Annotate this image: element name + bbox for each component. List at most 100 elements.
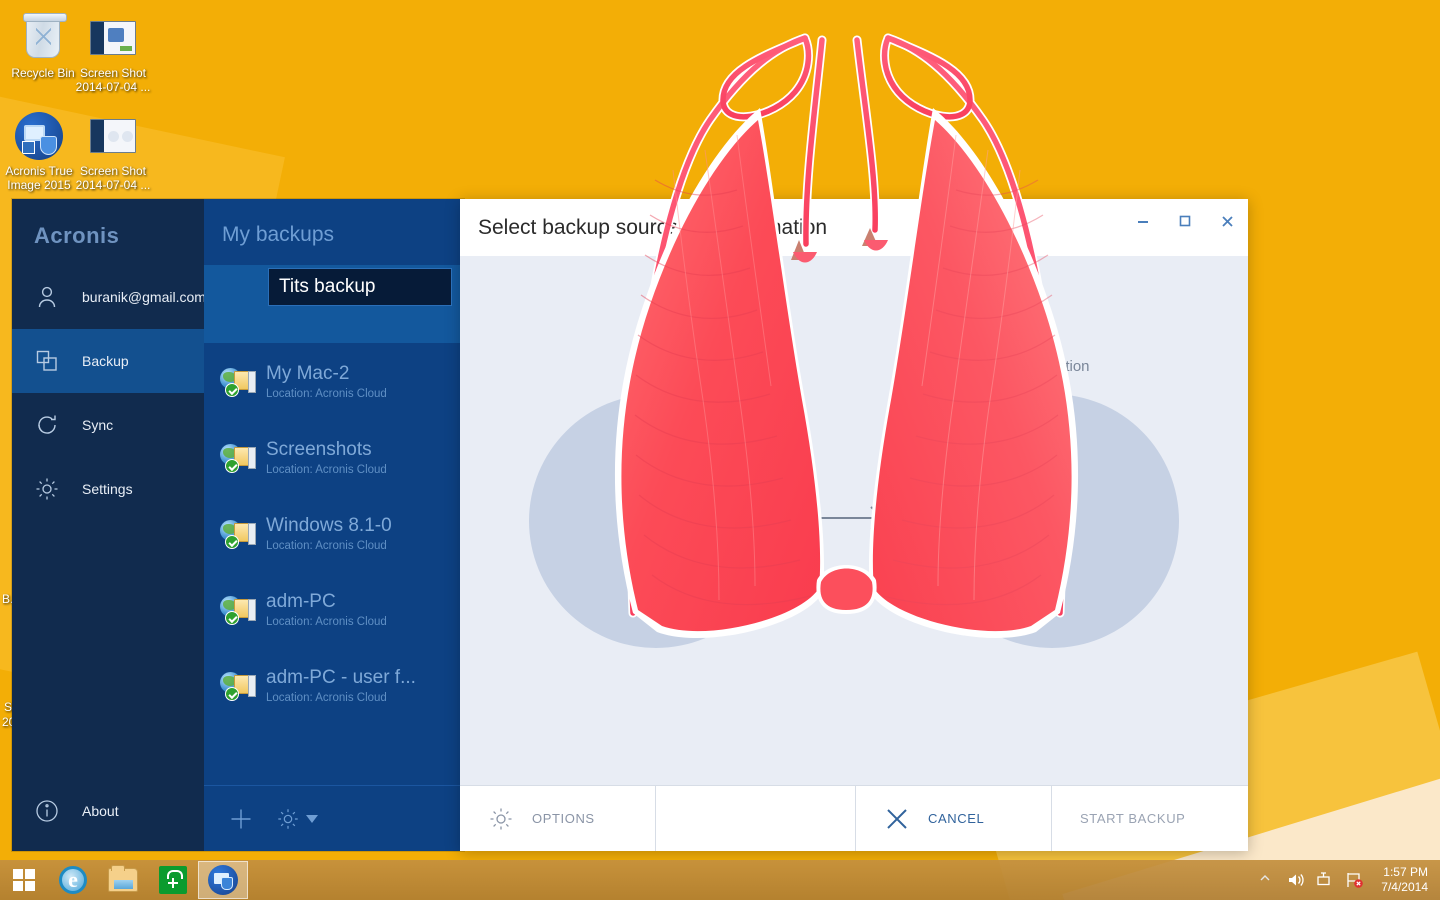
backup-source-picker[interactable]: Source (529, 358, 783, 648)
list-title: My backups (222, 223, 335, 246)
taskbar-item-store[interactable] (148, 861, 198, 899)
backup-list-item[interactable]: My Mac-2 Location: Acronis Cloud (204, 343, 464, 419)
taskbar[interactable]: 1:57 PM 7/4/2014 (0, 860, 1440, 900)
select-backup-source-destination-dialog[interactable]: Select backup source and destination Sou… (460, 199, 1248, 851)
chevron-down-icon (306, 814, 318, 823)
sidebar-item-backup[interactable]: Backup (12, 329, 204, 393)
system-tray: 1:57 PM 7/4/2014 (1257, 860, 1440, 900)
plus-icon (228, 806, 254, 832)
info-icon (34, 798, 60, 824)
volume-icon[interactable] (1286, 870, 1306, 890)
backup-destination-picker[interactable]: Destination (925, 358, 1179, 648)
acronis-taskbar-icon (208, 865, 238, 895)
screenshot-file-icon (89, 14, 137, 62)
backup-list-item[interactable]: Screenshots Location: Acronis Cloud (204, 419, 464, 495)
sidebar-item-settings[interactable]: Settings (12, 457, 204, 521)
sidebar-item-account[interactable]: buranik@gmail.com (12, 265, 206, 329)
backup-list-item[interactable]: Windows 8.1-0 Location: Acronis Cloud (204, 495, 464, 571)
sidebar-item-sync[interactable]: Sync (12, 393, 204, 457)
options-button[interactable]: OPTIONS (460, 786, 656, 851)
maximize-button[interactable] (1164, 199, 1206, 243)
backup-name: adm-PC (266, 590, 336, 612)
arrow-right-icon (819, 501, 889, 540)
backup-name: My Mac-2 (266, 362, 350, 384)
cancel-button[interactable]: CANCEL (856, 786, 1052, 851)
dialog-titlebar[interactable]: Select backup source and destination (460, 199, 1248, 256)
cloud-backup-icon (220, 594, 256, 625)
backup-location: Location: Acronis Cloud (266, 463, 387, 476)
backup-location: Location: Acronis Cloud (266, 615, 387, 628)
dialog-body: Source Destination (460, 256, 1248, 785)
navigation-pane: Acronis buranik@gmail.com Backup Sync Se… (12, 199, 206, 851)
clock-time: 1:57 PM (1383, 865, 1428, 879)
sidebar-item-label: About (82, 803, 119, 819)
sidebar-item-label: buranik@gmail.com (82, 289, 206, 305)
footer-spacer (656, 786, 856, 851)
sync-icon (34, 412, 60, 438)
acronis-true-image-icon (15, 112, 63, 160)
backup-rename-field[interactable] (268, 268, 452, 306)
backup-settings-menu-button[interactable] (276, 807, 318, 831)
start-backup-label: START BACKUP (1080, 811, 1186, 826)
backup-list[interactable]: My Mac-2 Location: Acronis Cloud Screens… (204, 265, 464, 785)
sidebar-item-label: Backup (82, 353, 129, 369)
app-brand-title: Acronis (34, 223, 120, 248)
sidebar-item-label: Sync (82, 417, 114, 433)
cloud-backup-icon (220, 670, 256, 701)
taskbar-item-acronis[interactable] (198, 861, 248, 899)
destination-label: Destination (1014, 357, 1090, 375)
desktop-icon-label-line2: 2014-07-04 ... (75, 80, 151, 94)
rename-input[interactable] (279, 276, 441, 298)
recycle-bin-icon (19, 13, 67, 62)
options-label: OPTIONS (532, 811, 595, 826)
screenshot-file-icon-2 (89, 112, 137, 160)
desktop-icon-screenshot-2[interactable]: Screen Shot 2014-07-04 ... (70, 112, 156, 192)
backup-list-toolbar (204, 785, 464, 851)
taskbar-item-file-explorer[interactable] (98, 861, 148, 899)
taskbar-clock[interactable]: 1:57 PM 7/4/2014 (1373, 865, 1434, 895)
start-button[interactable] (0, 860, 48, 900)
show-hidden-icons-chevron[interactable] (1257, 870, 1277, 890)
backup-name: adm-PC - user f... (266, 666, 416, 688)
dialog-footer: OPTIONS CANCEL START BACKUP (460, 785, 1248, 851)
occluded-desktop-label-2: S (4, 700, 13, 714)
network-icon[interactable] (1315, 870, 1335, 890)
backup-list-item[interactable]: adm-PC Location: Acronis Cloud (204, 571, 464, 647)
backup-name: Windows 8.1-0 (266, 514, 392, 536)
user-icon (34, 284, 60, 310)
sidebar-item-about[interactable]: About (12, 779, 204, 843)
backup-list-item[interactable]: adm-PC - user f... Location: Acronis Clo… (204, 647, 464, 723)
desktop-icon-label: Screen Shot (79, 66, 147, 80)
start-backup-button[interactable]: START BACKUP (1052, 786, 1248, 851)
desktop-icon-label-line2: 2014-07-04 ... (75, 178, 151, 192)
desktop-icon-screenshot-1[interactable]: Screen Shot 2014-07-04 ... (70, 14, 156, 94)
gear-icon (34, 476, 60, 502)
backup-location: Location: Acronis Cloud (266, 387, 387, 400)
dialog-title: Select backup source and destination (478, 215, 828, 239)
add-backup-button[interactable] (228, 806, 254, 832)
cloud-backup-icon (220, 442, 256, 473)
close-button[interactable] (1206, 199, 1248, 243)
windows-logo-icon (13, 869, 35, 891)
cloud-backup-icon (220, 366, 256, 397)
windows-store-icon (159, 866, 187, 894)
taskbar-item-internet-explorer[interactable] (48, 861, 98, 899)
minimize-button[interactable] (1122, 199, 1164, 243)
cancel-label: CANCEL (928, 811, 985, 826)
desktop-icon-label: Screen Shot (79, 164, 147, 178)
gear-icon (276, 807, 300, 831)
source-label: Source (632, 357, 680, 375)
action-center-flag-icon[interactable] (1344, 870, 1364, 890)
internet-explorer-icon (59, 866, 87, 894)
backup-location: Location: Acronis Cloud (266, 539, 387, 552)
close-x-icon (884, 806, 910, 832)
backup-icon (34, 348, 60, 374)
backup-location: Location: Acronis Cloud (266, 691, 387, 704)
clock-date: 7/4/2014 (1381, 880, 1428, 894)
sidebar-item-label: Settings (82, 481, 133, 497)
cloud-backup-icon (220, 518, 256, 549)
window-buttons (1122, 199, 1248, 256)
gear-icon (488, 806, 514, 832)
file-explorer-icon (108, 865, 138, 892)
backup-name: Screenshots (266, 438, 372, 460)
